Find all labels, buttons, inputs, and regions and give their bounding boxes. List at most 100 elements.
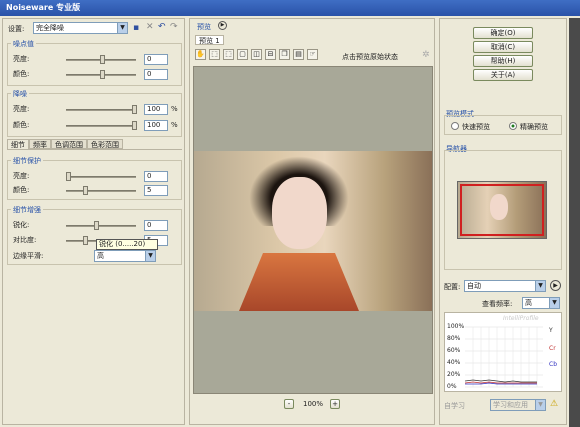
protect-color-input[interactable]: 5 (144, 185, 168, 196)
y-tick-80: 80% (447, 335, 461, 342)
about-button[interactable]: 关于(A) (473, 69, 533, 81)
split-horizontal-icon[interactable]: ⊟ (265, 49, 276, 60)
fast-preview-label: 快速预览 (462, 123, 490, 131)
click-preview-icon[interactable]: ☞ (307, 49, 318, 60)
threshold-brightness-label: 亮度: (13, 55, 30, 63)
window-title: Noiseware 专业版 (0, 0, 580, 16)
threshold-brightness-input[interactable]: 0 (144, 54, 168, 65)
right-panel: 确定(O) 取消(C) 帮助(H) 关于(A) 预览模式 快速预览 精确预览 导… (439, 18, 567, 425)
preview-title: 预览 (195, 22, 213, 32)
slider-thumb[interactable] (100, 55, 105, 64)
preview-canvas[interactable] (193, 66, 433, 394)
tab-tone-range[interactable]: 色调范围 (51, 139, 87, 149)
slider-thumb[interactable] (132, 105, 137, 114)
legend-cb: Cb (549, 361, 557, 368)
self-learn-label: 自学习 (444, 402, 465, 410)
chevron-down-icon: ▼ (145, 251, 155, 261)
save-icon[interactable]: ▪ (133, 23, 139, 33)
threshold-color-label: 颜色: (13, 70, 30, 78)
tab-detail[interactable]: 细节 (7, 139, 29, 149)
y-tick-20: 20% (447, 371, 461, 378)
percent-unit: % (171, 105, 178, 113)
cancel-button[interactable]: 取消(C) (473, 41, 533, 53)
play-icon[interactable]: ▶ (218, 21, 227, 30)
config-select[interactable]: 自动 ▼ (464, 280, 546, 292)
denoise-brightness-slider[interactable] (66, 109, 136, 111)
tab-frequency[interactable]: 频率 (29, 139, 51, 149)
slider-thumb[interactable] (66, 172, 71, 181)
slider-thumb[interactable] (83, 186, 88, 195)
freq-select[interactable]: 高 ▼ (522, 297, 560, 309)
threshold-color-input[interactable]: 0 (144, 69, 168, 80)
protect-color-slider[interactable] (66, 190, 136, 192)
navigator-thumbnail[interactable] (457, 181, 547, 239)
slider-thumb[interactable] (100, 70, 105, 79)
zoom-level: 100% (303, 400, 324, 408)
protect-brightness-label: 亮度: (13, 172, 30, 180)
tab-strip: 细节 频率 色调范围 色彩范围 (7, 139, 123, 149)
navigator-viewport-frame[interactable] (460, 184, 544, 236)
detail-protect-title: 细节保护 (11, 156, 43, 166)
edge-smooth-value: 高 (97, 252, 104, 260)
preset-value: 完全降噪 (36, 24, 64, 32)
chevron-down-icon: ▼ (535, 400, 545, 410)
edge-smooth-label: 边缘平滑: (13, 252, 44, 260)
self-learn-value: 学习和应用 (493, 401, 528, 409)
crop-icon[interactable]: ⬚ (223, 49, 234, 60)
protect-brightness-input[interactable]: 0 (144, 171, 168, 182)
denoise-group: 降噪 亮度: 100 % 颜色: 100 % (7, 89, 182, 137)
sharpen-input[interactable]: 0 (144, 220, 168, 231)
fast-preview-radio[interactable] (451, 122, 459, 130)
zoom-in-button[interactable]: + (330, 399, 340, 409)
brand-watermark: IntelliProfile (503, 315, 539, 322)
denoise-color-slider[interactable] (66, 125, 136, 127)
detail-protect-group: 细节保护 亮度: 0 颜色: 5 (7, 156, 182, 200)
detail-enhance-title: 细节增强 (11, 205, 43, 215)
zoom-out-button[interactable]: - (284, 399, 294, 409)
redo-icon[interactable]: ↷ (170, 22, 178, 32)
profile-plot (465, 326, 543, 388)
freq-label: 查看频率: (482, 300, 513, 308)
left-panel: 设置: 完全降噪 ▼ ▪ ✕ ↶ ↷ 噪点值 亮度: 0 颜色: 0 降噪 亮度… (2, 18, 185, 425)
denoise-brightness-input[interactable]: 100 (144, 104, 168, 115)
delete-icon[interactable]: ✕ (146, 22, 154, 32)
single-view-icon[interactable]: ▢ (237, 49, 248, 60)
denoise-brightness-label: 亮度: (13, 105, 30, 113)
percent-unit: % (171, 121, 178, 129)
ok-button[interactable]: 确定(O) (473, 27, 533, 39)
sharpen-slider[interactable] (66, 225, 136, 227)
intelliprofile-graph: IntelliProfile 100% 80% 60% 40% 20% 0% Y… (444, 312, 562, 392)
edge-smooth-select[interactable]: 高 ▼ (94, 250, 156, 262)
click-hint-text: 点击预览原始状态 (342, 53, 398, 61)
preview-toolbar: ✋ ⬚ ⬚ ▢ ◫ ⊟ ❐ ▤ ☞ (195, 49, 318, 62)
legend-cr: Cr (549, 345, 556, 352)
settings-gear-icon[interactable]: ✲ (422, 50, 430, 60)
preview-tab-1[interactable]: 预览 1 (195, 35, 224, 45)
undo-icon[interactable]: ↶ (158, 22, 166, 32)
help-button[interactable]: 帮助(H) (473, 55, 533, 67)
config-menu-icon[interactable]: ▶ (550, 280, 561, 291)
settings-label: 设置: (8, 25, 25, 33)
navigator-group (444, 150, 562, 270)
tab-color-range[interactable]: 色彩范围 (87, 139, 123, 149)
sharpen-tooltip: 锐化 (0.....20) (96, 239, 158, 250)
accurate-preview-radio[interactable] (509, 122, 517, 130)
preset-select[interactable]: 完全降噪 ▼ (33, 22, 128, 34)
y-tick-60: 60% (447, 347, 461, 354)
warning-icon: ⚠ (550, 399, 559, 409)
slider-thumb[interactable] (94, 221, 99, 230)
denoise-color-input[interactable]: 100 (144, 120, 168, 131)
accurate-preview-label: 精确预览 (520, 123, 548, 131)
hand-icon[interactable]: ✋ (195, 49, 206, 60)
contrast-label: 对比度: (13, 236, 37, 244)
select-icon[interactable]: ⬚ (209, 49, 220, 60)
slider-thumb[interactable] (132, 121, 137, 130)
copy-icon[interactable]: ❐ (279, 49, 290, 60)
self-learn-select[interactable]: 学习和应用 ▼ (490, 399, 546, 411)
protect-brightness-slider[interactable] (66, 176, 136, 178)
legend-y: Y (549, 327, 553, 334)
split-vertical-icon[interactable]: ◫ (251, 49, 262, 60)
preview-photo (194, 151, 432, 311)
slider-thumb[interactable] (83, 236, 88, 245)
compare-icon[interactable]: ▤ (293, 49, 304, 60)
